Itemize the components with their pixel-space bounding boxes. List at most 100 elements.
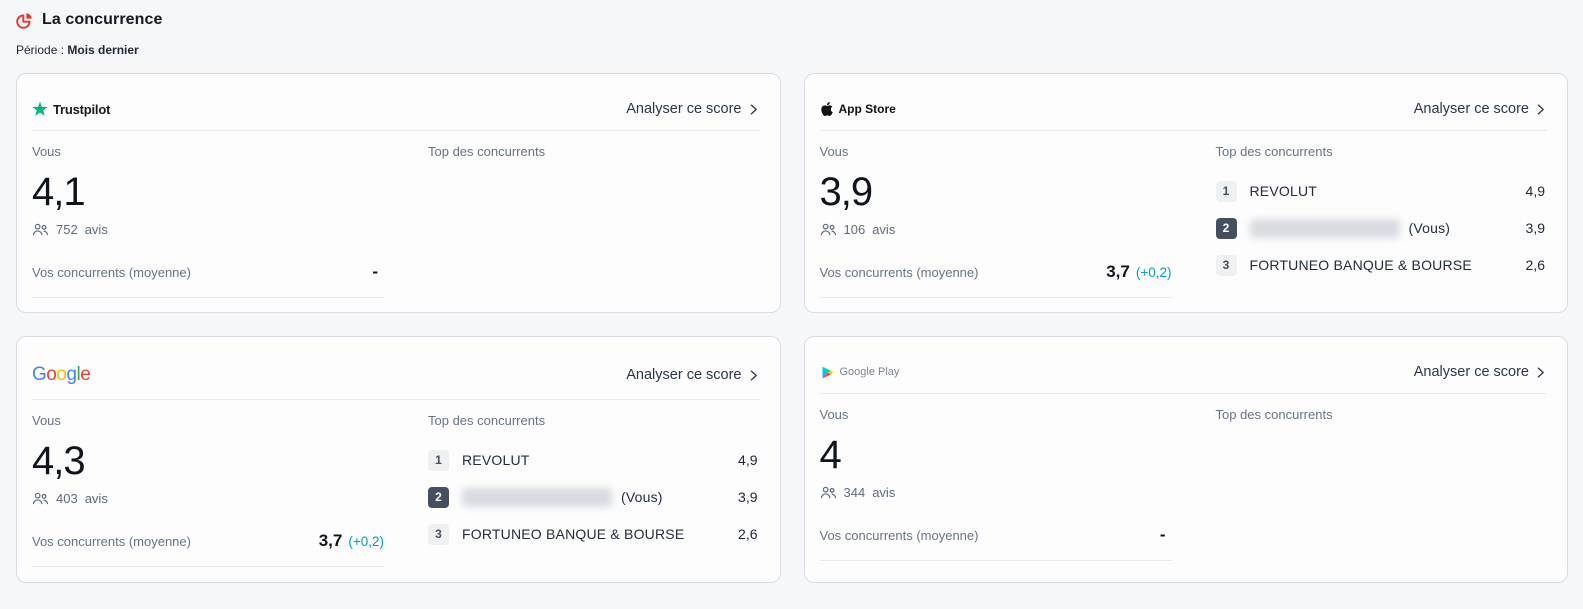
divider xyxy=(32,297,384,298)
page-header: La concurrence Période : Mois dernier xyxy=(0,11,1583,57)
competitors-average-row: Vos concurrents (moyenne) - xyxy=(32,262,384,282)
top-competitors-label: Top des concurrents xyxy=(1216,407,1546,422)
your-score-column: Vous 4 344 avis Vos concurrents (mo xyxy=(820,407,1172,561)
competitor-rating: 2,6 xyxy=(1526,257,1545,273)
score-cards-grid: Trustpilot Analyser ce score Vous 4,1 xyxy=(16,73,1568,583)
competitor-rating: 3,9 xyxy=(1526,220,1545,236)
users-icon xyxy=(32,491,49,506)
top-competitors-label: Top des concurrents xyxy=(428,144,758,159)
chevron-right-icon xyxy=(747,369,760,382)
your-score-column: Vous 4,1 752 avis Vos concurrents ( xyxy=(32,144,384,298)
rank-badge: 3 xyxy=(1216,255,1237,276)
reviews-number: 344 xyxy=(844,485,866,500)
competitors-average-label: Vos concurrents (moyenne) xyxy=(820,528,979,543)
platform-name: Trustpilot xyxy=(53,102,110,117)
googleplay-logo: Google Play xyxy=(820,365,900,380)
your-score-column: Vous 4,3 403 avis Vos concurrents ( xyxy=(32,413,384,567)
period-value: Mois dernier xyxy=(67,43,138,57)
competitor-row: 2 (Vous) 3,9 xyxy=(428,485,758,509)
analyze-score-link[interactable]: Analyser ce score xyxy=(626,367,759,383)
your-score-value: 4,1 xyxy=(32,171,384,213)
masked-company-name xyxy=(1250,219,1400,238)
competitor-row: 3 FORTUNEO BANQUE & BOURSE 2,6 xyxy=(1216,253,1546,277)
chevron-right-icon xyxy=(1534,103,1547,116)
reviews-count: 752 avis xyxy=(32,222,384,237)
top-competitors-list: 1REVOLUT4,9 2 (Vous) 3,9 3 FORTUNEO BANQUE & … xyxy=(428,448,758,546)
divider xyxy=(820,297,1172,298)
competitors-average-value: - xyxy=(372,262,378,282)
googleplay-card: Google Play Analyser ce score Vous 4 xyxy=(804,336,1569,583)
your-score-value: 4,3 xyxy=(32,440,384,482)
trustpilot-card: Trustpilot Analyser ce score Vous 4,1 xyxy=(16,73,781,313)
rank-badge: 2 xyxy=(428,487,449,508)
trustpilot-logo: Trustpilot xyxy=(32,101,110,117)
competitor-you-suffix: (Vous) xyxy=(1409,220,1451,236)
rank-badge: 3 xyxy=(428,524,449,545)
reviews-count: 106 avis xyxy=(820,222,1172,237)
users-icon xyxy=(820,485,837,500)
reviews-suffix: avis xyxy=(85,491,108,506)
chevron-right-icon xyxy=(747,103,760,116)
analyze-score-link[interactable]: Analyser ce score xyxy=(1414,364,1547,380)
competitor-rating: 3,9 xyxy=(738,489,757,505)
apple-icon xyxy=(820,101,834,117)
analyze-score-label: Analyser ce score xyxy=(1414,364,1529,380)
reviews-suffix: avis xyxy=(872,222,895,237)
analyze-score-label: Analyser ce score xyxy=(626,101,741,117)
appstore-card: App Store Analyser ce score Vous 3,9 xyxy=(804,73,1569,313)
competitor-name: FORTUNEO BANQUE & BOURSE xyxy=(462,526,684,542)
competitors-average-label: Vos concurrents (moyenne) xyxy=(32,265,191,280)
you-label: Vous xyxy=(820,407,1172,422)
pie-chart-icon xyxy=(16,12,33,29)
analyze-score-label: Analyser ce score xyxy=(626,367,741,383)
you-label: Vous xyxy=(32,144,384,159)
top-competitors-column: Top des concurrents 1REVOLUT4,92(Vous)3,… xyxy=(1216,144,1546,298)
competitor-name: (Vous) xyxy=(462,488,663,507)
competitors-average-row: Vos concurrents (moyenne) 3,7 (+0,2) xyxy=(820,262,1172,282)
competitors-average-delta: (+0,2) xyxy=(1136,265,1172,280)
competitor-row: 3FORTUNEO BANQUE & BOURSE2,6 xyxy=(428,522,758,546)
users-icon xyxy=(820,222,837,237)
competitor-you-suffix: (Vous) xyxy=(621,489,663,505)
competition-page: La concurrence Période : Mois dernier Tr… xyxy=(0,0,1583,609)
reviews-suffix: avis xyxy=(85,222,108,237)
top-competitors-column: Top des concurrents 1REVOLUT4,92(Vous)3,… xyxy=(428,413,758,567)
analyze-score-link[interactable]: Analyser ce score xyxy=(1414,101,1547,117)
reviews-number: 403 xyxy=(56,491,78,506)
rank-badge: 1 xyxy=(1216,181,1237,202)
reviews-count: 403 avis xyxy=(32,491,384,506)
page-title: La concurrence xyxy=(42,11,163,29)
competitors-average-value: 3,7 xyxy=(319,531,343,551)
period-selector: Période : Mois dernier xyxy=(16,43,1583,57)
rank-badge: 1 xyxy=(428,450,449,471)
competitor-name: REVOLUT xyxy=(1250,183,1318,199)
competitors-average-delta: (+0,2) xyxy=(348,534,384,549)
competitors-average-row: Vos concurrents (moyenne) - xyxy=(820,525,1172,545)
reviews-number: 752 xyxy=(56,222,78,237)
competitors-average-label: Vos concurrents (moyenne) xyxy=(32,534,191,549)
top-competitors-list: 1REVOLUT4,92(Vous)3,93FORTUNEO BANQUE & … xyxy=(1216,179,1546,277)
masked-company-name xyxy=(462,488,612,507)
reviews-suffix: avis xyxy=(872,485,895,500)
chevron-right-icon xyxy=(1534,366,1547,379)
you-label: Vous xyxy=(32,413,384,428)
top-competitors-column: Top des concurrents xyxy=(1216,407,1546,561)
competitor-row: 1REVOLUT4,9 xyxy=(428,448,758,472)
divider xyxy=(32,566,384,567)
competitors-average-label: Vos concurrents (moyenne) xyxy=(820,265,979,280)
trustpilot-star-icon xyxy=(32,101,48,117)
reviews-number: 106 xyxy=(844,222,866,237)
competitor-row: 1REVOLUT4,9 xyxy=(1216,179,1546,203)
appstore-logo: App Store xyxy=(820,101,896,117)
rank-badge: 2 xyxy=(1216,218,1237,239)
competitor-name: FORTUNEO BANQUE & BOURSE xyxy=(1250,257,1472,273)
competitors-average-value: 3,7 xyxy=(1106,262,1130,282)
google-logo: Google xyxy=(32,364,90,386)
analyze-score-link[interactable]: Analyser ce score xyxy=(626,101,759,117)
users-icon xyxy=(32,222,49,237)
your-score-column: Vous 3,9 106 avis Vos concurrents ( xyxy=(820,144,1172,298)
google-card: Google Analyser ce score Vous 4,3 xyxy=(16,336,781,583)
competitors-average-value: - xyxy=(1160,525,1166,545)
platform-name: App Store xyxy=(839,102,896,116)
period-label: Période : xyxy=(16,43,64,57)
